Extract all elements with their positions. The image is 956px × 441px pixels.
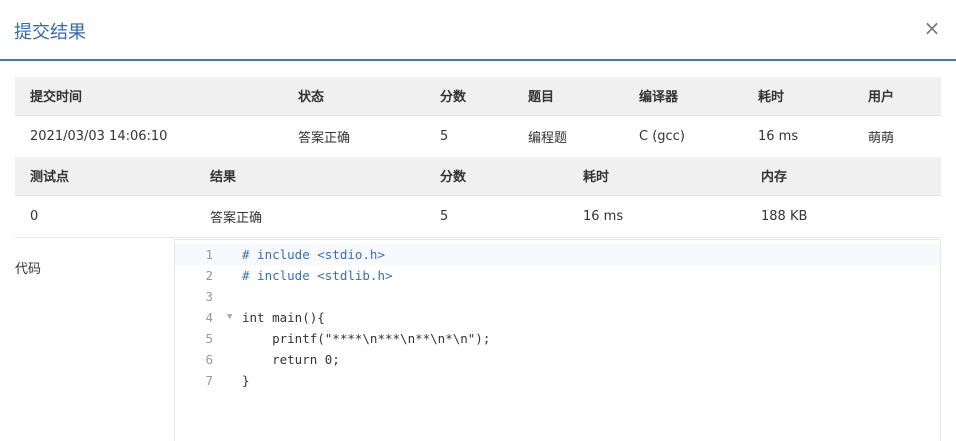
line-number: 7: [205, 373, 213, 388]
code-line: 2 # include <stdlib.h>: [175, 265, 940, 286]
cell-score: 5: [425, 115, 513, 158]
code-text-line-2: # include <stdlib.h>: [242, 268, 393, 283]
testcase-table: 测试点 结果 分数 耗时 内存 0 答案正确 5 16 ms 188 KB: [15, 157, 941, 238]
code-text-line-7: }: [242, 373, 250, 388]
code-line: 6 return 0;: [175, 349, 940, 370]
line-number: 3: [205, 289, 213, 304]
cell-testcase-score: 5: [425, 195, 568, 238]
code-line: 5 printf("****\n***\n**\n*\n");: [175, 328, 940, 349]
cell-result: 答案正确: [195, 195, 425, 238]
cell-testcase: 0: [15, 195, 195, 238]
code-text-line-5: printf("****\n***\n**\n*\n");: [242, 331, 491, 346]
cell-memory: 188 KB: [746, 195, 941, 238]
line-number: 4: [205, 310, 213, 325]
close-icon[interactable]: ×: [922, 16, 942, 40]
code-line: 3: [175, 286, 940, 307]
code-text-line-6: return 0;: [242, 352, 340, 367]
testcase-header-row: 测试点 结果 分数 耗时 内存: [15, 157, 941, 196]
header-submit-time: 提交时间: [15, 77, 283, 116]
summary-table: 提交时间 状态 分数 题目 编译器 耗时 用户 2021/03/03 14:06…: [15, 77, 941, 158]
cell-problem: 编程题: [513, 115, 624, 158]
cell-submit-time: 2021/03/03 14:06:10: [15, 115, 283, 158]
code-line: 1 # include <stdio.h>: [175, 244, 940, 265]
submission-result-dialog: 提交结果 × 提交时间 状态 分数 题目 编译器 耗时 用户 2021/03/0…: [0, 0, 956, 441]
cell-user: 萌萌: [853, 115, 941, 158]
code-line: 4 ▼ int main(){: [175, 307, 940, 328]
code-text: # include <stdio.h>: [242, 244, 385, 265]
code-text-line-1: # include <stdio.h>: [242, 247, 385, 262]
header-compiler: 编译器: [624, 77, 743, 116]
header-user: 用户: [853, 77, 941, 116]
cell-time-cost: 16 ms: [743, 115, 853, 158]
header-status: 状态: [283, 77, 425, 116]
summary-header-row: 提交时间 状态 分数 题目 编译器 耗时 用户: [15, 77, 941, 116]
code-line: 7 }: [175, 370, 940, 391]
code-text-line-4: int main(){: [242, 310, 325, 325]
dialog-title: 提交结果: [14, 22, 86, 43]
cell-compiler: C (gcc): [624, 115, 743, 158]
line-number: 5: [205, 331, 213, 346]
fold-arrow-icon[interactable]: ▼: [227, 307, 232, 328]
line-number: 1: [205, 247, 213, 262]
header-result: 结果: [195, 157, 425, 196]
code-label: 代码: [15, 262, 42, 277]
code-viewer[interactable]: 1 # include <stdio.h> 2 # include <stdli…: [174, 239, 941, 441]
header-testcase-time: 耗时: [568, 157, 746, 196]
code-text: # include <stdlib.h>: [242, 265, 393, 286]
table-row: 0 答案正确 5 16 ms 188 KB: [15, 195, 941, 238]
line-number: 2: [205, 268, 213, 283]
dialog-header: 提交结果 ×: [0, 0, 956, 61]
header-time-cost: 耗时: [743, 77, 853, 116]
header-testcase: 测试点: [15, 157, 195, 196]
line-number: 6: [205, 352, 213, 367]
cell-testcase-time: 16 ms: [568, 195, 746, 238]
header-testcase-score: 分数: [425, 157, 568, 196]
cell-status: 答案正确: [283, 115, 425, 158]
header-problem: 题目: [513, 77, 624, 116]
header-score: 分数: [425, 77, 513, 116]
table-row: 2021/03/03 14:06:10 答案正确 5 编程题 C (gcc) 1…: [15, 115, 941, 158]
header-memory: 内存: [746, 157, 941, 196]
